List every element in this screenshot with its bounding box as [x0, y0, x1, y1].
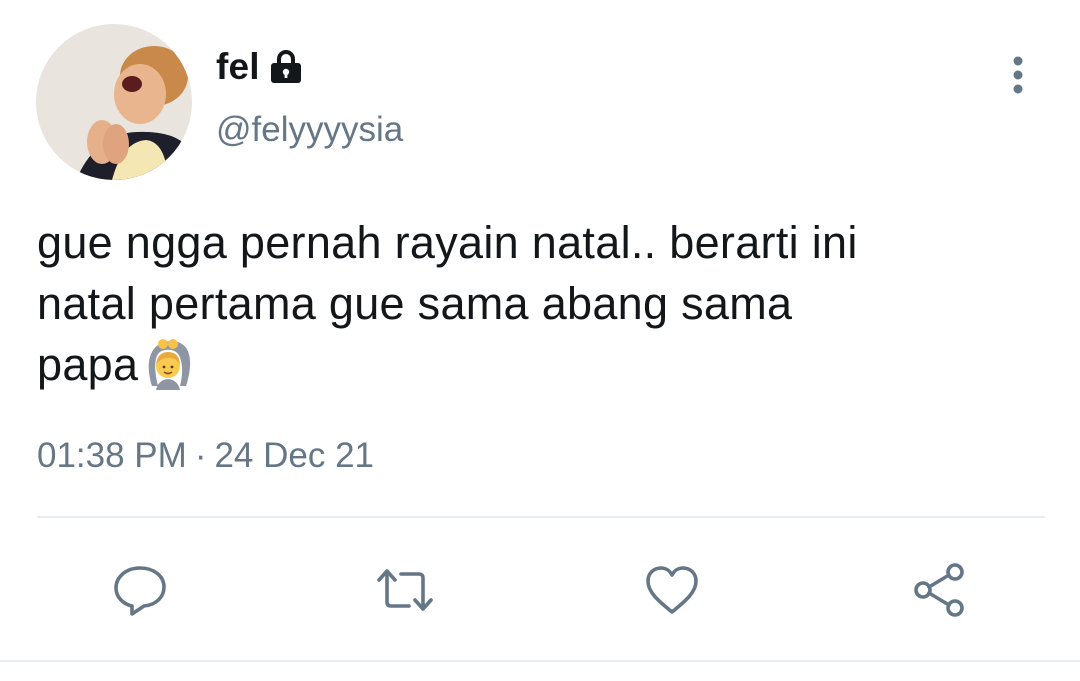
avatar[interactable] [36, 24, 192, 180]
tweet-text-line: gue ngga pernah rayain natal.. berarti i… [37, 217, 858, 268]
tweet-timestamp[interactable]: 01:38 PM · 24 Dec 21 [37, 436, 374, 476]
timestamp-separator: · [194, 436, 207, 475]
like-button[interactable] [640, 558, 704, 622]
avatar-image [36, 24, 192, 180]
retweet-icon [377, 569, 433, 611]
more-options-button[interactable] [996, 52, 1040, 98]
share-button[interactable] [907, 558, 971, 622]
user-handle[interactable]: @felyyyysia [216, 110, 403, 150]
lock-icon [268, 49, 304, 85]
tweet-time: 01:38 PM [37, 436, 187, 475]
retweet-button[interactable] [373, 558, 437, 622]
heart-icon [646, 566, 698, 614]
reply-button[interactable] [108, 558, 172, 622]
reply-icon [114, 566, 166, 616]
divider [37, 516, 1045, 518]
display-name[interactable]: fel [216, 46, 260, 88]
tweet-text-line: natal pertama gue sama abang sama [37, 278, 793, 329]
user-name-row: fel [216, 42, 304, 92]
share-icon [914, 563, 964, 617]
tweet-text-segment: papa [37, 339, 139, 390]
bottom-divider [0, 660, 1080, 662]
tweet-date: 24 Dec 21 [214, 436, 375, 475]
tweet-text-line: papa [37, 334, 1047, 395]
tweet-text: gue ngga pernah rayain natal.. berarti i… [37, 212, 1047, 395]
more-vertical-icon [1013, 56, 1023, 94]
person-gesturing-ok-emoji-icon [142, 338, 194, 390]
